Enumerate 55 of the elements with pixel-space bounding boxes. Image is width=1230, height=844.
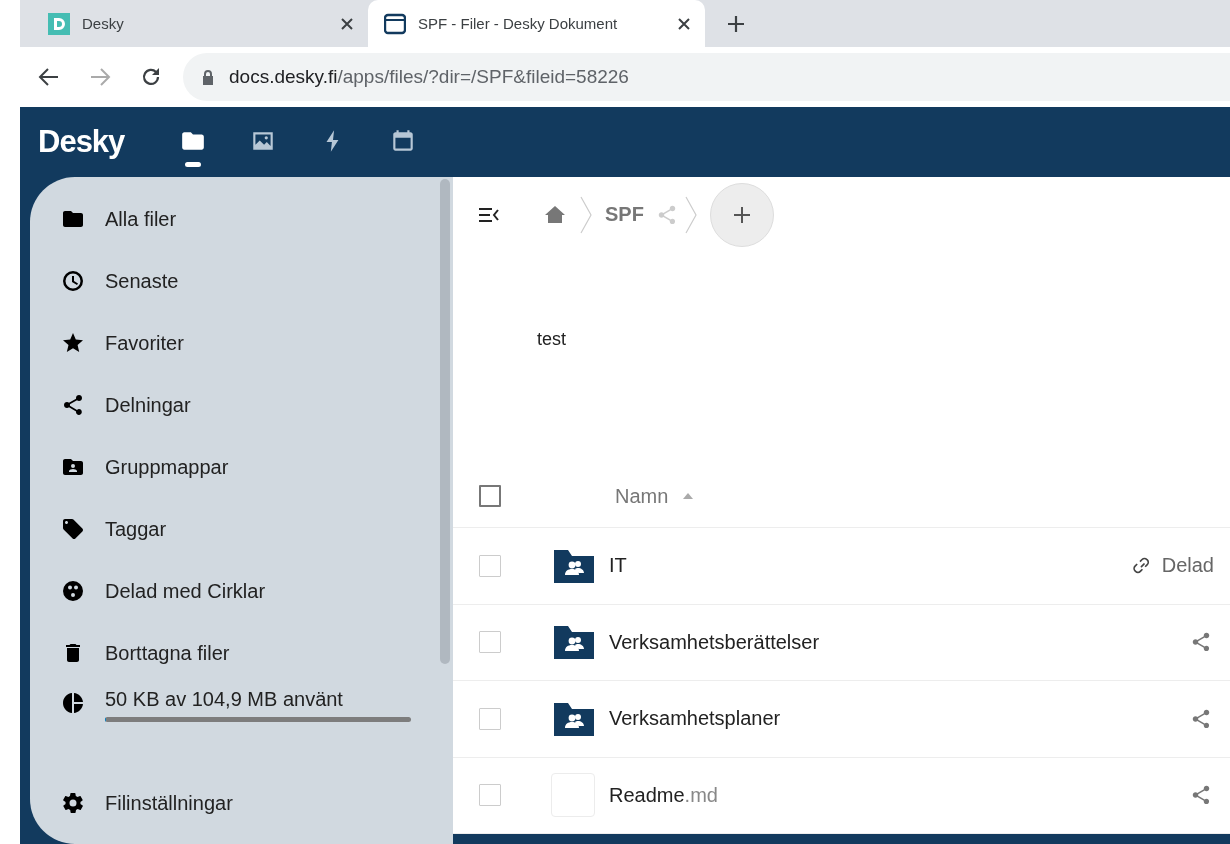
sidebar-item[interactable]: Taggar: [30, 498, 453, 560]
close-icon[interactable]: [677, 16, 691, 31]
share-icon[interactable]: [1190, 707, 1212, 730]
sidebar-item[interactable]: Alla filer: [30, 188, 453, 250]
settings-item[interactable]: Filinställningar: [30, 772, 453, 834]
pie-chart-icon: [61, 691, 85, 715]
group-folder-icon: [553, 624, 595, 661]
settings-icon: [61, 791, 85, 815]
breadcrumb-item[interactable]: SPF: [605, 203, 644, 227]
share-icon[interactable]: [1190, 631, 1212, 654]
column-header[interactable]: Namn: [615, 484, 695, 508]
chevron-icon: [579, 195, 593, 234]
plus-icon: [731, 204, 752, 225]
close-icon[interactable]: [340, 16, 354, 31]
folder-icon: [384, 12, 406, 35]
sidebar-item[interactable]: Delningar: [30, 374, 453, 436]
scrollbar[interactable]: [440, 179, 450, 664]
file-name[interactable]: Verksamhetsplaner: [609, 707, 1190, 731]
address-bar[interactable]: docs.desky.fi/apps/files/?dir=/SPF&fileid=58226: [183, 53, 1230, 101]
sidebar-item[interactable]: Borttagna filer: [30, 622, 453, 684]
browser-tab[interactable]: SPF - Filer - Desky Dokument: [368, 0, 705, 47]
folder-description: test: [537, 328, 567, 350]
row-checkbox[interactable]: [479, 631, 501, 654]
row-checkbox[interactable]: [479, 554, 501, 577]
sidebar-item[interactable]: Delad med Cirklar: [30, 560, 453, 622]
group-folder-icon: [553, 547, 595, 584]
shared-link-button[interactable]: Delad: [1131, 554, 1214, 578]
file-name[interactable]: Readme.md: [609, 783, 1190, 807]
browser-tab[interactable]: Desky: [20, 0, 368, 47]
new-tab-icon[interactable]: [727, 15, 745, 33]
circles-icon: [61, 579, 85, 603]
forward-icon[interactable]: [89, 66, 111, 88]
star-icon: [61, 331, 85, 355]
share-icon: [61, 393, 85, 417]
row-checkbox[interactable]: [479, 707, 501, 730]
file-name[interactable]: IT: [609, 554, 1132, 578]
link-icon: [1131, 555, 1152, 576]
app-logo-icon: [48, 12, 70, 35]
tag-icon: [61, 517, 85, 541]
lock-icon: [201, 69, 215, 85]
select-all-checkbox[interactable]: [479, 485, 501, 508]
chevron-icon: [683, 195, 698, 234]
quota-text: 50 KB av 104,9 MB använt: [105, 688, 344, 711]
sidebar-item[interactable]: Senaste: [30, 250, 453, 312]
file-name[interactable]: Verksamhetsberättelser: [609, 630, 1190, 654]
group-folder-icon: [553, 700, 595, 737]
row-checkbox[interactable]: [479, 784, 501, 807]
clock-icon: [61, 269, 85, 293]
sidebar-item[interactable]: Gruppmappar: [30, 436, 453, 498]
active-indicator: [185, 162, 202, 167]
share-icon[interactable]: [1190, 784, 1212, 807]
back-icon[interactable]: [38, 66, 60, 88]
app-logo[interactable]: Desky: [38, 124, 125, 160]
sidebar-item[interactable]: Favoriter: [30, 312, 453, 374]
reload-icon[interactable]: [140, 66, 162, 88]
